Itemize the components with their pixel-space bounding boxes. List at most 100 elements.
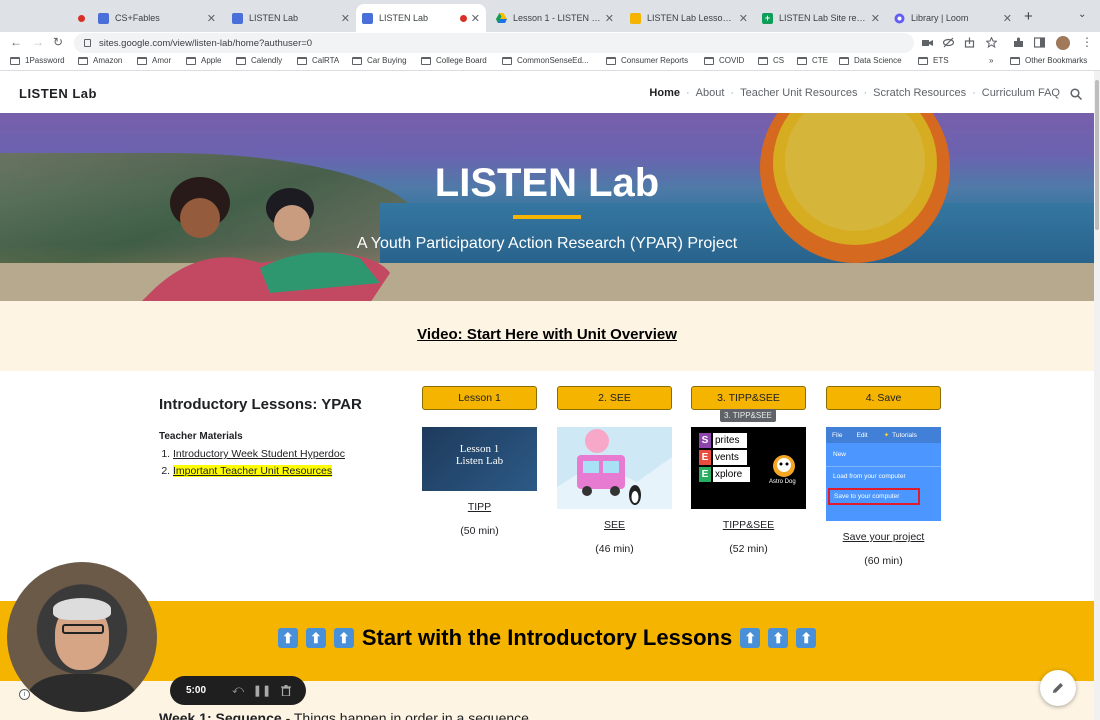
bookmark-label: CalRTA (312, 56, 340, 65)
slides-icon (630, 12, 641, 24)
url-text: sites.google.com/view/listen-lab/home?au… (99, 37, 313, 49)
bookmark-item[interactable]: Consumer Reports (606, 56, 688, 65)
close-tab-icon[interactable]: ✕ (605, 12, 614, 25)
tab-cs-fables[interactable]: CS+Fables ✕ (92, 4, 222, 32)
camera-icon[interactable] (922, 37, 933, 48)
webcam-bubble[interactable] (7, 562, 157, 712)
profile-avatar[interactable] (1056, 36, 1070, 50)
bookmark-label: Amor (152, 56, 172, 65)
tab-listen-lab[interactable]: LISTEN Lab ✕ (226, 4, 356, 32)
food-truck-illustration (557, 427, 672, 509)
teacher-resources-link[interactable]: Important Teacher Unit Resources (173, 465, 333, 477)
close-tab-icon[interactable]: ✕ (739, 12, 748, 25)
bookmark-item[interactable]: Car Buying (352, 56, 407, 65)
bookmark-item[interactable]: CalRTA (297, 56, 339, 65)
lesson-4-link[interactable]: Save your project (826, 531, 941, 543)
bookmark-item[interactable]: College Board (421, 56, 487, 65)
eye-off-icon[interactable] (943, 37, 954, 48)
bookmark-label: Amazon (93, 56, 123, 65)
nav-scratch-resources[interactable]: Scratch Resources (873, 87, 966, 99)
lesson-2-button[interactable]: 2. SEE (557, 386, 672, 410)
hero-subtitle: A Youth Participatory Action Research (Y… (356, 235, 738, 252)
tab-search-chevron-icon[interactable]: ⌄ (1078, 9, 1086, 20)
nav-curriculum-faq[interactable]: Curriculum FAQ (982, 87, 1060, 99)
tab-loom[interactable]: Library | Loom ✕ (888, 4, 1018, 32)
up-arrow-icon: ⬆ (740, 628, 761, 648)
close-tab-icon[interactable]: ✕ (871, 12, 880, 25)
tab-label: Lesson 1 - LISTEN LAB (513, 13, 601, 23)
bookmarks-overflow-button[interactable]: » (989, 56, 993, 65)
address-bar[interactable]: sites.google.com/view/listen-lab/home?au… (74, 33, 914, 53)
nav-separator: · (863, 87, 868, 99)
up-arrow-icon: ⬆ (277, 628, 298, 648)
star-icon[interactable] (986, 37, 997, 48)
thumb-divider (826, 466, 941, 467)
other-bookmarks[interactable]: Other Bookmarks (1010, 56, 1087, 65)
site-title[interactable]: LISTEN Lab (19, 86, 97, 101)
nav-home[interactable]: Home (649, 87, 680, 99)
sidepanel-icon[interactable] (1034, 37, 1045, 48)
bookmark-item[interactable]: Amazon (78, 56, 122, 65)
up-arrow-icon: ⬆ (768, 628, 789, 648)
bookmark-item[interactable]: CommonSenseEd... (502, 56, 589, 65)
close-tab-icon[interactable]: ✕ (471, 12, 480, 25)
lesson-1-button[interactable]: Lesson 1 (422, 386, 537, 410)
lesson-3-button[interactable]: 3. TIPP&SEE (691, 386, 806, 410)
tab-label: LISTEN Lab (249, 13, 299, 23)
reload-icon[interactable]: ↻ (53, 35, 63, 49)
lesson-1-link[interactable]: TIPP (422, 501, 537, 513)
hero-title-underline (513, 215, 581, 219)
kebab-menu-icon[interactable]: ⋮ (1081, 35, 1093, 49)
student-hyperdoc-link[interactable]: Introductory Week Student Hyperdoc (173, 448, 345, 460)
lesson-4-button[interactable]: 4. Save (826, 386, 941, 410)
edit-pencil-button[interactable] (1040, 670, 1076, 706)
video-overview-link[interactable]: Video: Start Here with Unit Overview (0, 326, 1094, 343)
bookmark-item[interactable]: Data Science (839, 56, 902, 65)
tab-lesson-slides[interactable]: LISTEN Lab Lesson 1 - ✕ (624, 4, 754, 32)
tab-site-review[interactable]: + LISTEN Lab Site review ✕ (756, 4, 886, 32)
forward-arrow-icon[interactable]: → (32, 35, 44, 49)
bookmarks-bar: 1Password Amazon Amor Apple Calendly Cal… (0, 54, 1100, 71)
thumb-item: Load from your computer (833, 473, 906, 480)
bookmark-item[interactable]: COVID (704, 56, 744, 65)
lesson-3-link[interactable]: TIPP&SEE (691, 519, 806, 531)
lesson-3-thumbnail[interactable]: Sprites Events Explore Astro Dog (691, 427, 806, 509)
lesson-2-link[interactable]: SEE (557, 519, 672, 531)
extensions-icon[interactable] (1013, 37, 1024, 48)
lesson-card-4: 4. Save File Edit ✦ Tutorials New Load f… (826, 386, 941, 567)
lesson-1-thumbnail[interactable]: Lesson 1 Listen Lab (422, 427, 537, 491)
share-icon[interactable] (964, 37, 975, 48)
tab-recording[interactable] (6, 4, 88, 32)
trash-icon[interactable] (274, 685, 298, 696)
lesson-4-thumbnail[interactable]: File Edit ✦ Tutorials New Load from your… (826, 427, 941, 521)
bookmark-item[interactable]: Apple (186, 56, 221, 65)
page-scrollbar-thumb[interactable] (1095, 80, 1099, 230)
tab-listen-lab-active[interactable]: LISTEN Lab ✕ (356, 4, 486, 32)
bookmark-item[interactable]: ETS (918, 56, 949, 65)
tab-label: LISTEN Lab Lesson 1 - (647, 13, 735, 23)
back-arrow-icon[interactable]: ← (10, 35, 22, 49)
new-tab-button[interactable]: + (1024, 8, 1033, 25)
nav-about[interactable]: About (696, 87, 725, 99)
bookmark-item[interactable]: CTE (797, 56, 828, 65)
bookmark-label: Consumer Reports (621, 56, 689, 65)
close-tab-icon[interactable]: ✕ (1003, 12, 1012, 25)
bookmark-item[interactable]: Calendly (236, 56, 282, 65)
bookmark-label: CTE (812, 56, 828, 65)
nav-teacher-unit-resources[interactable]: Teacher Unit Resources (740, 87, 857, 99)
pause-icon[interactable]: ❚❚ (250, 684, 274, 697)
search-icon[interactable] (1070, 88, 1082, 100)
undo-icon[interactable]: ⤺ (226, 684, 250, 697)
close-tab-icon[interactable]: ✕ (207, 12, 216, 25)
info-icon[interactable]: i (19, 689, 30, 700)
bookmark-item[interactable]: Amor (137, 56, 171, 65)
close-tab-icon[interactable]: ✕ (341, 12, 350, 25)
bookmark-item[interactable]: CS (758, 56, 784, 65)
week-1-heading: Week 1: Sequence - Things happen in orde… (159, 710, 529, 720)
hero-overlay (0, 113, 1094, 301)
bookmark-item[interactable]: 1Password (10, 56, 65, 65)
tab-lesson-1[interactable]: Lesson 1 - LISTEN LAB ✕ (490, 4, 620, 32)
lesson-2-thumbnail[interactable] (557, 427, 672, 509)
thumb-item: New (833, 451, 847, 458)
video-section: Video: Start Here with Unit Overview (0, 301, 1094, 371)
